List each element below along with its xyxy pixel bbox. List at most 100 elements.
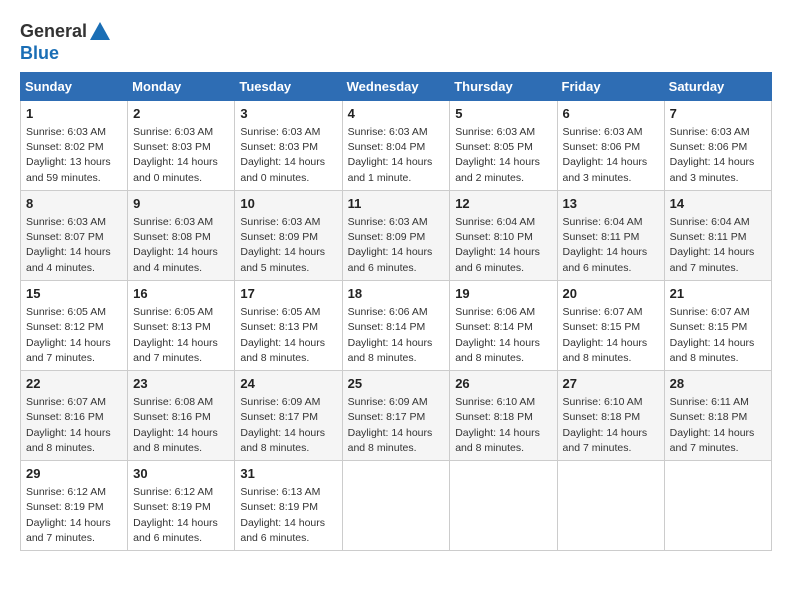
day-info: Sunrise: 6:08 AMSunset: 8:16 PMDaylight:…: [133, 395, 229, 456]
logo-general: General: [20, 21, 87, 41]
day-cell: 26 Sunrise: 6:10 AMSunset: 8:18 PMDaylig…: [450, 370, 557, 460]
day-cell: 29 Sunrise: 6:12 AMSunset: 8:19 PMDaylig…: [21, 461, 128, 551]
day-info: Sunrise: 6:03 AMSunset: 8:08 PMDaylight:…: [133, 215, 229, 276]
day-number: 23: [133, 375, 229, 393]
day-number: 5: [455, 105, 551, 123]
day-number: 16: [133, 285, 229, 303]
header-sunday: Sunday: [21, 72, 128, 100]
day-number: 31: [240, 465, 336, 483]
calendar-header-row: SundayMondayTuesdayWednesdayThursdayFrid…: [21, 72, 772, 100]
header-thursday: Thursday: [450, 72, 557, 100]
day-cell: 9 Sunrise: 6:03 AMSunset: 8:08 PMDayligh…: [128, 190, 235, 280]
day-number: 19: [455, 285, 551, 303]
day-number: 29: [26, 465, 122, 483]
day-cell: 5 Sunrise: 6:03 AMSunset: 8:05 PMDayligh…: [450, 100, 557, 190]
day-cell: 30 Sunrise: 6:12 AMSunset: 8:19 PMDaylig…: [128, 461, 235, 551]
day-cell: 11 Sunrise: 6:03 AMSunset: 8:09 PMDaylig…: [342, 190, 450, 280]
day-info: Sunrise: 6:03 AMSunset: 8:05 PMDaylight:…: [455, 125, 551, 186]
day-number: 1: [26, 105, 122, 123]
week-row-4: 22 Sunrise: 6:07 AMSunset: 8:16 PMDaylig…: [21, 370, 772, 460]
day-number: 11: [348, 195, 445, 213]
day-number: 22: [26, 375, 122, 393]
day-info: Sunrise: 6:03 AMSunset: 8:06 PMDaylight:…: [670, 125, 766, 186]
day-cell: 12 Sunrise: 6:04 AMSunset: 8:10 PMDaylig…: [450, 190, 557, 280]
day-cell: 7 Sunrise: 6:03 AMSunset: 8:06 PMDayligh…: [664, 100, 771, 190]
day-info: Sunrise: 6:09 AMSunset: 8:17 PMDaylight:…: [348, 395, 445, 456]
day-number: 15: [26, 285, 122, 303]
day-cell: 10 Sunrise: 6:03 AMSunset: 8:09 PMDaylig…: [235, 190, 342, 280]
day-info: Sunrise: 6:03 AMSunset: 8:09 PMDaylight:…: [240, 215, 336, 276]
header-tuesday: Tuesday: [235, 72, 342, 100]
day-cell: 15 Sunrise: 6:05 AMSunset: 8:12 PMDaylig…: [21, 280, 128, 370]
day-number: 12: [455, 195, 551, 213]
day-info: Sunrise: 6:04 AMSunset: 8:11 PMDaylight:…: [670, 215, 766, 276]
day-number: 21: [670, 285, 766, 303]
day-number: 20: [563, 285, 659, 303]
day-cell: 27 Sunrise: 6:10 AMSunset: 8:18 PMDaylig…: [557, 370, 664, 460]
day-info: Sunrise: 6:03 AMSunset: 8:03 PMDaylight:…: [133, 125, 229, 186]
day-cell: 19 Sunrise: 6:06 AMSunset: 8:14 PMDaylig…: [450, 280, 557, 370]
day-number: 14: [670, 195, 766, 213]
day-cell: 3 Sunrise: 6:03 AMSunset: 8:03 PMDayligh…: [235, 100, 342, 190]
header-monday: Monday: [128, 72, 235, 100]
day-info: Sunrise: 6:06 AMSunset: 8:14 PMDaylight:…: [455, 305, 551, 366]
day-info: Sunrise: 6:10 AMSunset: 8:18 PMDaylight:…: [455, 395, 551, 456]
day-info: Sunrise: 6:03 AMSunset: 8:04 PMDaylight:…: [348, 125, 445, 186]
day-number: 6: [563, 105, 659, 123]
day-number: 18: [348, 285, 445, 303]
day-cell: 13 Sunrise: 6:04 AMSunset: 8:11 PMDaylig…: [557, 190, 664, 280]
day-cell: 2 Sunrise: 6:03 AMSunset: 8:03 PMDayligh…: [128, 100, 235, 190]
logo-icon: [88, 20, 112, 44]
day-info: Sunrise: 6:04 AMSunset: 8:11 PMDaylight:…: [563, 215, 659, 276]
day-number: 3: [240, 105, 336, 123]
day-number: 17: [240, 285, 336, 303]
day-info: Sunrise: 6:03 AMSunset: 8:07 PMDaylight:…: [26, 215, 122, 276]
day-cell: 25 Sunrise: 6:09 AMSunset: 8:17 PMDaylig…: [342, 370, 450, 460]
day-info: Sunrise: 6:10 AMSunset: 8:18 PMDaylight:…: [563, 395, 659, 456]
day-number: 8: [26, 195, 122, 213]
header-friday: Friday: [557, 72, 664, 100]
day-cell: [450, 461, 557, 551]
day-cell: 14 Sunrise: 6:04 AMSunset: 8:11 PMDaylig…: [664, 190, 771, 280]
day-cell: [557, 461, 664, 551]
day-cell: 17 Sunrise: 6:05 AMSunset: 8:13 PMDaylig…: [235, 280, 342, 370]
week-row-2: 8 Sunrise: 6:03 AMSunset: 8:07 PMDayligh…: [21, 190, 772, 280]
day-info: Sunrise: 6:07 AMSunset: 8:15 PMDaylight:…: [563, 305, 659, 366]
day-info: Sunrise: 6:05 AMSunset: 8:13 PMDaylight:…: [240, 305, 336, 366]
logo-text: General Blue: [20, 20, 113, 64]
day-info: Sunrise: 6:03 AMSunset: 8:02 PMDaylight:…: [26, 125, 122, 186]
day-info: Sunrise: 6:03 AMSunset: 8:06 PMDaylight:…: [563, 125, 659, 186]
day-number: 9: [133, 195, 229, 213]
day-info: Sunrise: 6:11 AMSunset: 8:18 PMDaylight:…: [670, 395, 766, 456]
page-header: General Blue: [20, 20, 772, 64]
day-number: 30: [133, 465, 229, 483]
day-info: Sunrise: 6:03 AMSunset: 8:09 PMDaylight:…: [348, 215, 445, 276]
header-wednesday: Wednesday: [342, 72, 450, 100]
day-info: Sunrise: 6:03 AMSunset: 8:03 PMDaylight:…: [240, 125, 336, 186]
day-info: Sunrise: 6:12 AMSunset: 8:19 PMDaylight:…: [26, 485, 122, 546]
day-info: Sunrise: 6:07 AMSunset: 8:15 PMDaylight:…: [670, 305, 766, 366]
day-number: 4: [348, 105, 445, 123]
day-cell: 6 Sunrise: 6:03 AMSunset: 8:06 PMDayligh…: [557, 100, 664, 190]
logo-blue: Blue: [20, 43, 59, 63]
day-cell: 23 Sunrise: 6:08 AMSunset: 8:16 PMDaylig…: [128, 370, 235, 460]
day-info: Sunrise: 6:06 AMSunset: 8:14 PMDaylight:…: [348, 305, 445, 366]
day-cell: 31 Sunrise: 6:13 AMSunset: 8:19 PMDaylig…: [235, 461, 342, 551]
day-cell: [342, 461, 450, 551]
day-cell: 18 Sunrise: 6:06 AMSunset: 8:14 PMDaylig…: [342, 280, 450, 370]
day-cell: 20 Sunrise: 6:07 AMSunset: 8:15 PMDaylig…: [557, 280, 664, 370]
day-number: 27: [563, 375, 659, 393]
day-info: Sunrise: 6:05 AMSunset: 8:12 PMDaylight:…: [26, 305, 122, 366]
day-info: Sunrise: 6:07 AMSunset: 8:16 PMDaylight:…: [26, 395, 122, 456]
day-cell: 16 Sunrise: 6:05 AMSunset: 8:13 PMDaylig…: [128, 280, 235, 370]
day-cell: 22 Sunrise: 6:07 AMSunset: 8:16 PMDaylig…: [21, 370, 128, 460]
day-info: Sunrise: 6:12 AMSunset: 8:19 PMDaylight:…: [133, 485, 229, 546]
day-number: 24: [240, 375, 336, 393]
day-info: Sunrise: 6:13 AMSunset: 8:19 PMDaylight:…: [240, 485, 336, 546]
day-cell: 28 Sunrise: 6:11 AMSunset: 8:18 PMDaylig…: [664, 370, 771, 460]
day-cell: 24 Sunrise: 6:09 AMSunset: 8:17 PMDaylig…: [235, 370, 342, 460]
day-number: 7: [670, 105, 766, 123]
day-info: Sunrise: 6:04 AMSunset: 8:10 PMDaylight:…: [455, 215, 551, 276]
day-cell: 8 Sunrise: 6:03 AMSunset: 8:07 PMDayligh…: [21, 190, 128, 280]
day-cell: 4 Sunrise: 6:03 AMSunset: 8:04 PMDayligh…: [342, 100, 450, 190]
